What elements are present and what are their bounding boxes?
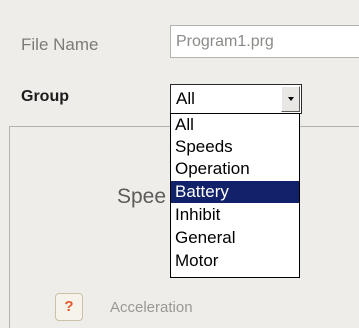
group-dropdown-button[interactable] bbox=[281, 86, 300, 112]
group-select-value: All bbox=[176, 89, 195, 108]
help-button[interactable]: ? bbox=[55, 293, 83, 321]
acceleration-label: Acceleration bbox=[110, 299, 193, 316]
dropdown-option-operation[interactable]: Operation bbox=[171, 158, 299, 180]
dropdown-option-inhibit[interactable]: Inhibit bbox=[171, 204, 299, 226]
question-mark-icon: ? bbox=[64, 298, 74, 315]
dropdown-option-battery[interactable]: Battery bbox=[171, 181, 299, 203]
dropdown-option-speeds[interactable]: Speeds bbox=[171, 136, 299, 158]
panel-heading: Spee bbox=[117, 185, 167, 208]
file-name-label: File Name bbox=[21, 35, 99, 54]
group-label: Group bbox=[21, 88, 69, 105]
group-dropdown-list: All Speeds Operation Battery Inhibit Gen… bbox=[170, 113, 300, 278]
dropdown-option-all[interactable]: All bbox=[171, 114, 299, 136]
dropdown-option-motor[interactable]: Motor bbox=[171, 250, 299, 272]
dropdown-option-general[interactable]: General bbox=[171, 227, 299, 249]
file-name-value: Program1.prg bbox=[176, 33, 274, 50]
chevron-down-icon bbox=[288, 97, 294, 101]
